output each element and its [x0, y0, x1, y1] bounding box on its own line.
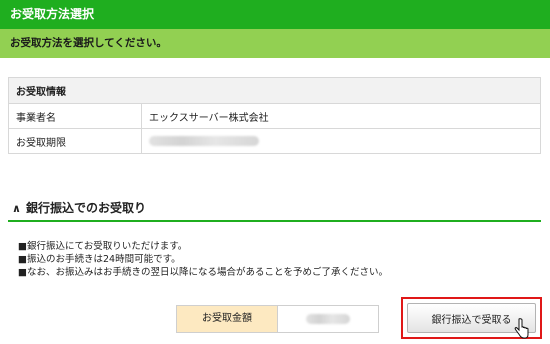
note-line: ■なお、お振込みはお手続きの翌日以降になる場合があることを予めご了承ください。 [18, 267, 388, 278]
receipt-info-table: お受取情報 事業者名 エックスサーバー株式会社 お受取期限 [8, 77, 541, 154]
mouse-cursor-icon [514, 318, 529, 339]
page-header: お受取方法選択 [0, 0, 550, 29]
page-instruction: お受取方法を選択してください。 [0, 29, 550, 58]
amount-label: お受取金額 [176, 305, 278, 333]
deadline-value [141, 128, 541, 154]
redacted-deadline [149, 135, 259, 146]
receipt-info-heading-row: お受取情報 [8, 77, 541, 104]
note-line: ■振込のお手続きは24時間可能です。 [18, 254, 181, 265]
business-name-value: エックスサーバー株式会社 [141, 103, 541, 129]
section-title: 銀行振込でのお受取り [26, 201, 147, 215]
note-line: ■銀行振込にてお受取りいただけます。 [18, 241, 188, 252]
bank-transfer-section-header[interactable]: ∧ 銀行振込でのお受取り [8, 196, 541, 222]
table-row: 事業者名 エックスサーバー株式会社 [8, 103, 541, 129]
table-row: お受取期限 [8, 128, 541, 154]
amount-value [277, 305, 379, 333]
redacted-amount [306, 314, 350, 324]
chevron-up-icon[interactable]: ∧ [12, 197, 26, 221]
business-name-label: 事業者名 [8, 103, 142, 129]
notes-list: ■銀行振込にてお受取りいただけます。 ■振込のお手続きは24時間可能です。 ■な… [18, 240, 388, 279]
deadline-label: お受取期限 [8, 128, 142, 154]
receipt-info-heading: お受取情報 [8, 77, 541, 104]
